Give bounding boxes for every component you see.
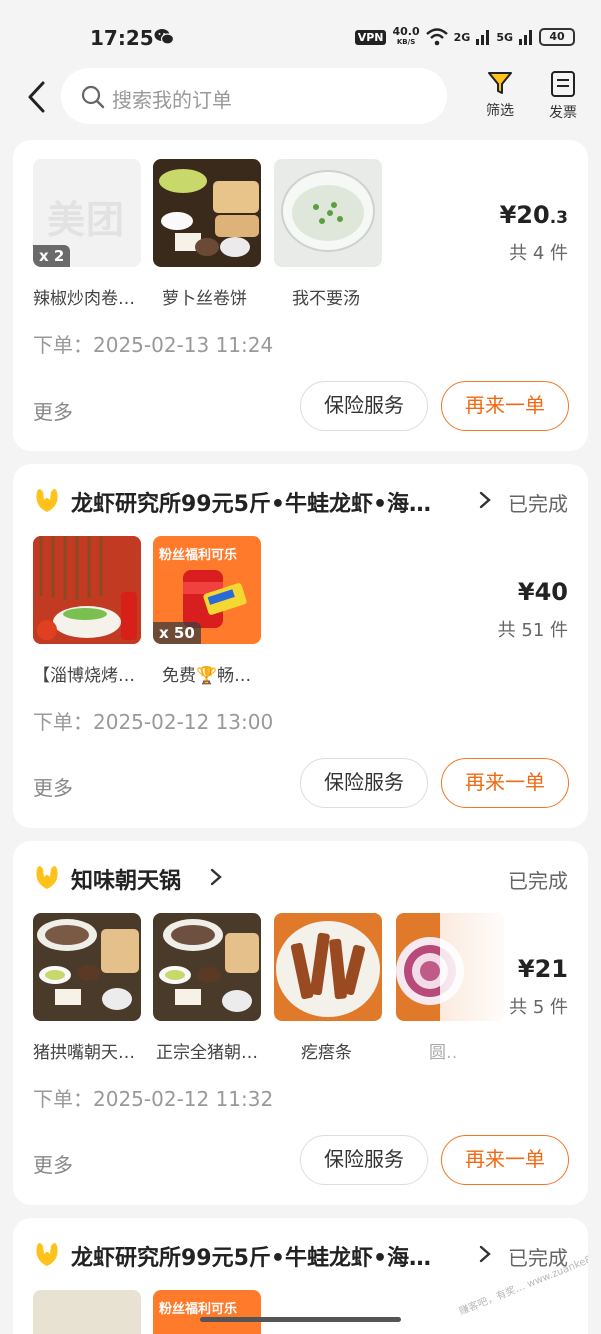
chevron-right-icon: [479, 491, 491, 509]
meituan-logo: 美团: [47, 198, 126, 242]
status-icons: VPN 40.0 KB/S 2G 5G 40: [354, 26, 575, 47]
order-card[interactable]: 知味朝天锅 已完成 猪拱嘴朝天… 正宗全猪朝… 疙瘩条 圆葱 ¥21 共 5 件…: [13, 841, 588, 1205]
order-price: ¥20.3: [500, 201, 568, 229]
store-logo-icon: [36, 866, 58, 889]
product-image[interactable]: 粉丝福利可乐: [153, 1290, 261, 1334]
more-button[interactable]: 更多: [33, 772, 73, 801]
search-placeholder: 搜索我的订单: [112, 88, 232, 112]
product-image[interactable]: [274, 159, 382, 267]
insurance-service-button[interactable]: 保险服务: [300, 1135, 428, 1185]
item-count: 共 5 件: [509, 997, 568, 1018]
quantity-badge: x 2: [33, 245, 71, 267]
insurance-service-button[interactable]: 保险服务: [300, 381, 428, 431]
price-decimal: .3: [549, 208, 568, 228]
product-image[interactable]: [33, 536, 141, 644]
product-name: 疙瘩条: [301, 1043, 352, 1063]
store-name: 龙虾研究所99元5斤•牛蛙龙虾•海…: [71, 492, 432, 517]
signal-icon: [519, 30, 532, 45]
insurance-service-button[interactable]: 保险服务: [300, 758, 428, 808]
product-name: 免费🏆畅…: [162, 666, 252, 686]
product-name: 猪拱嘴朝天…: [33, 1043, 135, 1063]
signal-icon: [476, 30, 490, 45]
more-button[interactable]: 更多: [33, 1149, 73, 1178]
more-button[interactable]: 更多: [33, 396, 73, 425]
product-image[interactable]: [33, 1290, 141, 1334]
order-price: ¥40: [517, 578, 568, 606]
order-time: 下单：2025-02-12 13:00: [33, 710, 274, 734]
order-card[interactable]: 美团 x 2 辣椒炒肉卷… 萝卜丝卷饼 我不要汤 ¥20.3 共 4 件 下单：…: [13, 140, 588, 451]
invoice-label: 发票: [549, 105, 577, 121]
product-name: 辣椒炒肉卷…: [33, 289, 135, 309]
wechat-icon: [154, 29, 174, 45]
header: 搜索我的订单 筛选 发票: [0, 64, 601, 130]
search-input[interactable]: 搜索我的订单: [61, 68, 447, 124]
speed-unit: KB/S: [396, 38, 416, 46]
product-image[interactable]: 美团 x 2: [33, 159, 141, 267]
product-image[interactable]: [274, 913, 382, 1021]
filter-button[interactable]: 筛选: [475, 70, 525, 120]
item-count: 共 51 件: [497, 620, 568, 641]
product-banner: 粉丝福利可乐: [159, 548, 238, 563]
network-speed: 40.0 KB/S: [392, 26, 419, 47]
store-name: 知味朝天锅: [71, 869, 182, 894]
product-name: 萝卜丝卷饼: [162, 289, 247, 309]
reorder-button[interactable]: 再来一单: [441, 1135, 569, 1185]
filter-label: 筛选: [486, 103, 514, 119]
wifi-icon: [425, 28, 448, 46]
order-status: 已完成: [508, 492, 568, 516]
filter-icon: [488, 72, 512, 94]
back-icon[interactable]: [24, 80, 52, 114]
item-count: 共 4 件: [509, 243, 568, 264]
order-price: ¥21: [517, 955, 568, 983]
quantity-badge: x 50: [153, 622, 201, 644]
product-image[interactable]: 粉丝福利可乐 x 50: [153, 536, 261, 644]
chevron-right-icon: [210, 868, 222, 886]
signal-5g-label: 5G: [496, 30, 513, 44]
reorder-button[interactable]: 再来一单: [441, 758, 569, 808]
price-integer: ¥20: [499, 201, 550, 229]
store-header[interactable]: 龙虾研究所99元5斤•牛蛙龙虾•海… 已完成: [33, 484, 568, 520]
reorder-button[interactable]: 再来一单: [441, 381, 569, 431]
status-bar: 17:25 VPN 40.0 KB/S 2G 5G 40: [0, 0, 601, 68]
invoice-icon: [551, 71, 575, 97]
product-name: 我不要汤: [292, 289, 360, 309]
search-icon: [81, 85, 105, 109]
product-name: 【淄博烧烤…: [33, 666, 135, 686]
store-name: 龙虾研究所99元5斤•牛蛙龙虾•海…: [71, 1246, 432, 1271]
status-time: 17:25: [90, 26, 154, 50]
product-image[interactable]: [33, 913, 141, 1021]
product-image[interactable]: [153, 159, 261, 267]
store-header[interactable]: 知味朝天锅 已完成: [33, 861, 568, 897]
chevron-right-icon: [479, 1245, 491, 1263]
product-image[interactable]: [153, 913, 261, 1021]
product-name: 正宗全猪朝…: [156, 1043, 258, 1063]
invoice-button[interactable]: 发票: [538, 70, 588, 122]
signal-2g-label: 2G: [453, 30, 471, 44]
battery-icon: 40: [539, 28, 575, 46]
home-indicator[interactable]: [200, 1317, 401, 1322]
product-banner: 粉丝福利可乐: [159, 1302, 238, 1317]
store-logo-icon: [36, 1243, 58, 1266]
store-header[interactable]: 龙虾研究所99元5斤•牛蛙龙虾•海… 已完成: [33, 1238, 568, 1274]
order-status: 已完成: [508, 869, 568, 893]
store-logo-icon: [36, 489, 58, 512]
vpn-icon: VPN: [354, 29, 387, 45]
card-fade-overlay: [443, 901, 513, 1071]
order-time: 下单：2025-02-13 11:24: [33, 333, 274, 357]
order-card[interactable]: 龙虾研究所99元5斤•牛蛙龙虾•海… 已完成 粉丝福利可乐 x 50 【淄博烧烤…: [13, 464, 588, 828]
order-time: 下单：2025-02-12 11:32: [33, 1087, 274, 1111]
